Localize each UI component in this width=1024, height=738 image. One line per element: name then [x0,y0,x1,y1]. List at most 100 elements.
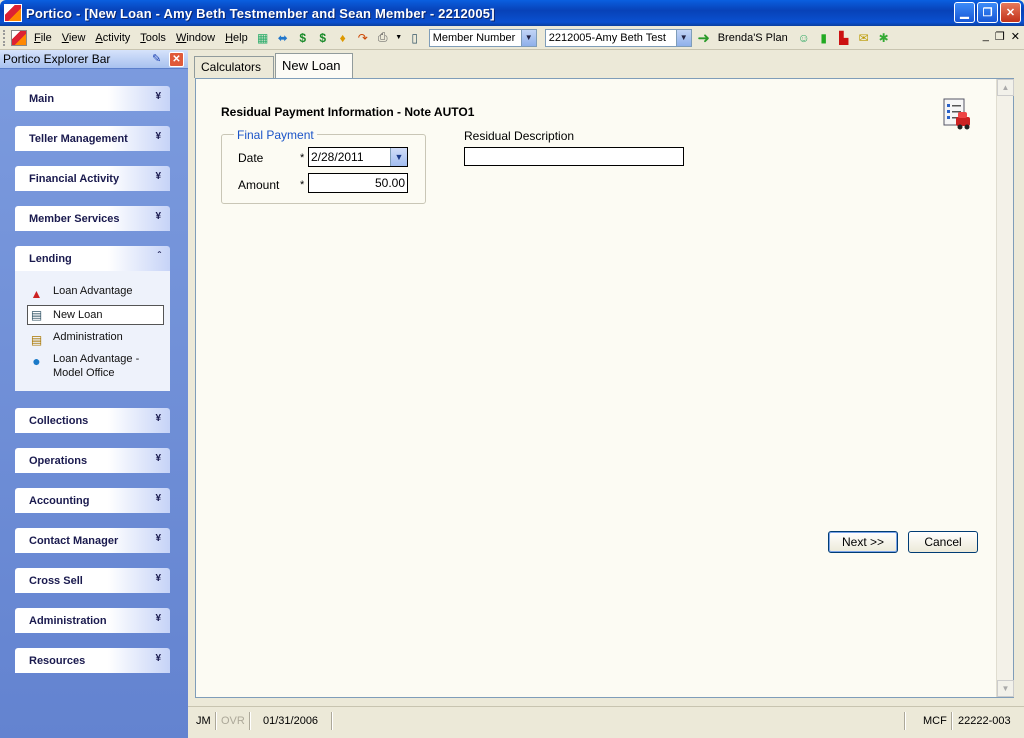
status-separator [215,712,217,730]
printer-icon[interactable]: ⎙ [375,30,391,46]
date-value: 2/28/2011 [311,150,364,164]
group-administration[interactable]: Administration ¥ [15,608,170,633]
status-mode: OVR [221,715,245,727]
task-loan-advantage[interactable]: ▲ Loan Advantage [28,285,164,302]
tools-icon[interactable]: ✱ [876,30,892,46]
group-collections[interactable]: Collections ¥ [15,408,170,433]
chevron-down-icon[interactable]: ¥ [155,131,161,142]
status-separator [331,712,333,730]
go-arrow-icon[interactable]: ➜ [696,30,712,47]
search-type-select[interactable]: Member Number ▼ [428,28,537,47]
window-controls: ▁ ❐ ✕ [954,2,1021,23]
mdi-app-icon[interactable] [11,29,27,46]
mdi-restore-button[interactable]: ❐ [995,30,1005,43]
mdi-minimize-button[interactable]: _ [983,30,989,43]
restore-button[interactable]: ❐ [977,2,998,23]
chevron-down-icon[interactable]: ¥ [155,413,161,424]
cancel-button[interactable]: Cancel [908,531,978,553]
menu-window[interactable]: Window [171,32,220,44]
task-administration[interactable]: ▤ Administration [28,331,164,348]
chevron-down-icon[interactable]: ¥ [155,91,161,102]
redo-arrow-icon[interactable]: ↷ [355,30,371,46]
administration-icon: ▤ [30,332,43,347]
chevron-down-icon[interactable]: ¥ [155,533,161,544]
group-financial-activity[interactable]: Financial Activity ¥ [15,166,170,191]
close-button[interactable]: ✕ [1000,2,1021,23]
chevron-down-icon[interactable]: ¥ [155,453,161,464]
bag-icon[interactable]: ♦ [335,30,351,46]
menu-help[interactable]: Help [220,32,253,44]
menu-file[interactable]: File [29,32,57,44]
calendar-dropdown-icon[interactable]: ▼ [390,148,407,166]
members-icon[interactable]: ▦ [255,30,271,46]
menu-view[interactable]: View [57,32,91,44]
transfer-icon[interactable]: ⬌ [275,30,291,46]
globe-icon: ● [32,352,41,369]
group-contact-manager[interactable]: Contact Manager ¥ [15,528,170,553]
amount-value: 50.00 [374,176,405,190]
toolbar-grip[interactable] [3,29,6,46]
fire-truck-icon[interactable]: ▙ [836,30,852,46]
task-new-loan[interactable]: ▤ New Loan [27,305,164,325]
tab-new-loan[interactable]: New Loan [275,53,353,79]
chevron-down-icon[interactable]: ¥ [155,613,161,624]
group-label: Main [29,92,55,105]
group-lending[interactable]: Lending ˆ [15,246,170,271]
pin-icon[interactable]: ✎ [152,52,166,66]
chevron-down-icon[interactable]: ¥ [155,493,161,504]
group-operations[interactable]: Operations ¥ [15,448,170,473]
menu-toolbar: File View Activity Tools Window Help ▦ ⬌… [0,26,1024,50]
group-cross-sell[interactable]: Cross Sell ¥ [15,568,170,593]
chevron-down-icon[interactable]: ¥ [155,171,161,182]
status-bar: JM OVR 01/31/2006 MCF 22222-003 [188,706,1024,738]
tab-calculators[interactable]: Calculators [194,56,274,78]
group-main[interactable]: Main ¥ [15,86,170,111]
print-dropdown-icon[interactable]: ▼ [395,30,403,46]
chevron-down-icon[interactable]: ¥ [155,653,161,664]
date-input[interactable]: 2/28/2011 ▼ [308,147,408,167]
group-teller-management[interactable]: Teller Management ¥ [15,126,170,151]
final-payment-group: Final Payment Date * 2/28/2011 ▼ Amount … [221,128,426,204]
group-label: Contact Manager [29,534,119,547]
chevron-up-icon[interactable]: ˆ [158,251,161,262]
report-icon[interactable] [941,97,973,131]
final-payment-legend: Final Payment [234,128,317,142]
close-icon[interactable]: ✕ [169,52,184,67]
task-label: Loan Advantage [53,285,133,297]
minimize-button[interactable]: ▁ [954,2,975,23]
chevron-down-icon[interactable]: ¥ [155,211,161,222]
title-bar: Portico - [New Loan - Amy Beth Testmembe… [0,0,1024,26]
people-icon[interactable]: ☺ [796,30,812,46]
group-accounting[interactable]: Accounting ¥ [15,488,170,513]
residual-description-input[interactable] [464,147,684,166]
mdi-close-button[interactable]: ✕ [1011,30,1020,43]
new-document-icon[interactable]: ▯ [407,30,423,46]
new-loan-icon: ▤ [30,308,43,322]
member-select[interactable]: 2212005-Amy Beth Test ▼ [544,28,692,47]
explorer-bar-header: Portico Explorer Bar ✎ ✕ [0,50,188,69]
dollar-icon[interactable]: $ [295,30,311,46]
group-member-services[interactable]: Member Services ¥ [15,206,170,231]
group-label: Lending [29,252,72,265]
plan-label[interactable]: Brenda'S Plan [718,32,788,44]
new-loan-document: Residual Payment Information - Note AUTO… [195,78,1014,698]
group-resources[interactable]: Resources ¥ [15,648,170,673]
chevron-down-icon[interactable]: ¥ [155,573,161,584]
menu-tools[interactable]: Tools [135,32,171,44]
cash-drawer-icon[interactable]: $ [315,30,331,46]
chevron-down-icon[interactable]: ▼ [675,29,691,46]
member-select-value: 2212005-Amy Beth Test [548,31,666,44]
next-button[interactable]: Next >> [828,531,898,553]
portico-app-icon[interactable] [4,4,22,22]
green-bag-icon[interactable]: ▮ [816,30,832,46]
amount-input[interactable]: 50.00 [308,173,408,193]
mail-icon[interactable]: ✉ [856,30,872,46]
chevron-down-icon[interactable]: ▼ [520,29,536,46]
scroll-down-icon[interactable]: ▼ [997,680,1014,697]
tab-label: Calculators [201,60,262,74]
menu-activity[interactable]: Activity [90,32,135,44]
vertical-scrollbar[interactable]: ▲ ▼ [996,79,1014,697]
explorer-bar-title: Portico Explorer Bar [3,52,111,66]
scroll-up-icon[interactable]: ▲ [997,79,1014,96]
task-model-office[interactable]: ● Loan Advantage - Model Office [28,352,164,380]
